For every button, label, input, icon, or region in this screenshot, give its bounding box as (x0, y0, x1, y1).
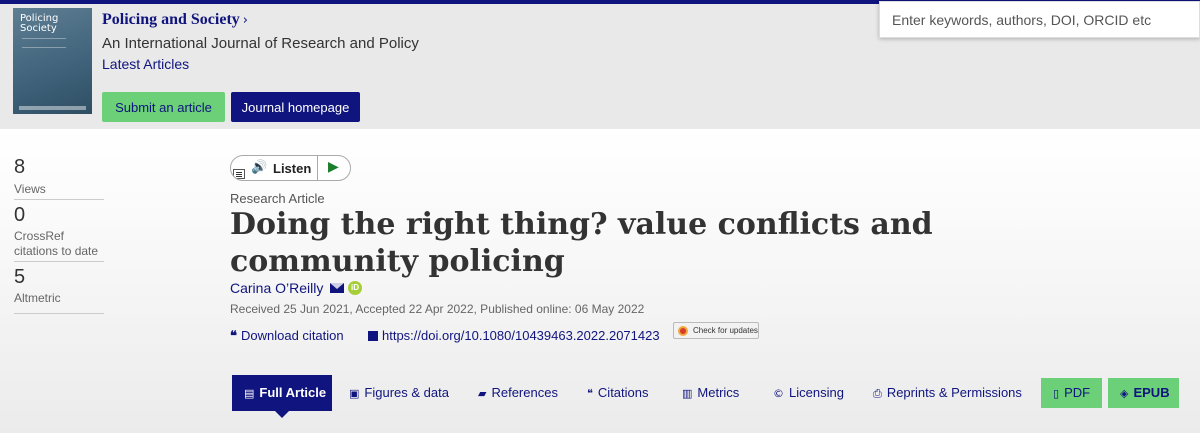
book-icon: ▰ (478, 387, 487, 400)
author-link[interactable]: Carina O’Reilly (230, 280, 323, 296)
tab-citations-label: Citations (597, 385, 649, 400)
doi-text: https://doi.org/10.1080/10439463.2022.20… (382, 328, 660, 343)
tab-full-article-label: Full Article (259, 385, 327, 400)
tab-licensing[interactable]: © Licensing (773, 375, 844, 411)
listen-button[interactable]: Listen (273, 161, 311, 176)
metric-crossref: 0 CrossRef citations to date (14, 204, 104, 262)
journal-homepage-button[interactable]: Journal homepage (231, 92, 360, 122)
tab-full-article[interactable]: ▤ Full Article (232, 375, 332, 418)
chevron-right-icon: › (242, 13, 248, 28)
publication-dates: Received 25 Jun 2021, Accepted 22 Apr 20… (230, 302, 645, 316)
doi-link[interactable]: https://doi.org/10.1080/10439463.2022.20… (368, 328, 660, 343)
journal-subtitle: An International Journal of Research and… (102, 35, 419, 52)
tab-figures-data[interactable]: ▣ Figures & data (349, 375, 449, 411)
check-updates-label: Check for updates (693, 326, 758, 335)
metric-crossref-label: CrossRef citations to date (14, 229, 99, 258)
search-input[interactable] (879, 1, 1200, 38)
submit-article-button[interactable]: Submit an article (102, 92, 225, 122)
copyright-icon: © (773, 387, 784, 400)
menu-icon[interactable] (233, 169, 245, 179)
speaker-icon: 🔊 (251, 160, 268, 175)
download-citation-link[interactable]: ❝ Download citation (230, 328, 344, 344)
tab-citations[interactable]: ❝ Citations (587, 375, 649, 411)
tab-metrics-label: Metrics (697, 385, 740, 400)
tab-metrics[interactable]: ▥ Metrics (682, 375, 739, 411)
bar-chart-icon: ▥ (682, 387, 693, 400)
pdf-button[interactable]: ▯ PDF (1041, 378, 1102, 408)
external-link-icon (368, 331, 378, 341)
tab-references-label: References (491, 385, 558, 400)
article-title: Doing the right thing? value conflicts a… (230, 207, 933, 279)
printer-icon: ⎙ (873, 387, 882, 400)
tab-reprints-label: Reprints & Permissions (886, 385, 1022, 400)
cover-publisher-strip (19, 106, 86, 110)
play-icon[interactable]: ▶ (328, 159, 339, 175)
quote-icon: ❝ (230, 329, 237, 344)
metric-views-label: Views (14, 182, 46, 196)
listen-divider (317, 156, 318, 180)
journal-title-link[interactable]: Policing and Society › (102, 11, 248, 29)
article-type: Research Article (230, 191, 325, 206)
document-icon: ▤ (244, 387, 255, 400)
tab-licensing-label: Licensing (789, 385, 844, 400)
journal-cover-image[interactable]: Policing Society (13, 8, 92, 114)
check-for-updates-button[interactable]: Check for updates (673, 322, 759, 339)
metric-views: 8 Views (14, 156, 104, 200)
latest-articles-link[interactable]: Latest Articles (102, 56, 189, 72)
email-icon[interactable] (330, 283, 344, 293)
epub-icon: ◈ (1120, 387, 1129, 400)
pdf-icon: ▯ (1053, 387, 1060, 400)
metric-views-value: 8 (14, 156, 26, 178)
metric-altmetric[interactable]: 5 Altmetric (14, 266, 104, 314)
cover-decoration (22, 38, 66, 48)
tab-reprints-permissions[interactable]: ⎙ Reprints & Permissions (873, 375, 1022, 411)
crossmark-icon (678, 326, 688, 336)
download-citation-label: Download citation (241, 328, 344, 343)
cover-title: Policing Society (20, 13, 59, 34)
quote-icon: ❝ (587, 387, 593, 400)
article-tabs: ▤ Full Article ▣ Figures & data ▰ Reference… (0, 375, 1200, 418)
image-icon: ▣ (349, 387, 360, 400)
epub-label: EPUB (1133, 385, 1170, 400)
metric-altmetric-value: 5 (14, 266, 26, 288)
epub-button[interactable]: ◈ EPUB (1108, 378, 1179, 408)
orcid-icon[interactable]: iD (348, 281, 362, 295)
pdf-label: PDF (1064, 385, 1091, 400)
tab-figures-label: Figures & data (364, 385, 449, 400)
metric-crossref-value: 0 (14, 204, 26, 226)
listen-player: 🔊 Listen ▶ (230, 155, 351, 181)
metric-altmetric-label: Altmetric (14, 291, 61, 305)
journal-title-text: Policing and Society (102, 11, 240, 28)
tab-references[interactable]: ▰ References (478, 375, 558, 411)
